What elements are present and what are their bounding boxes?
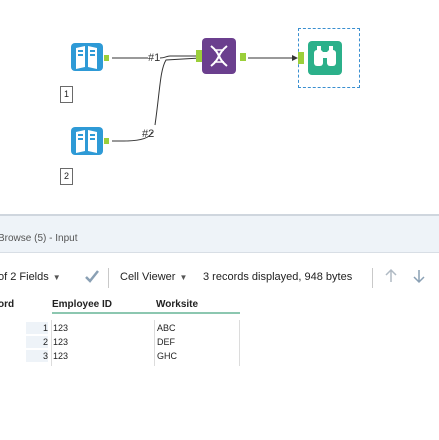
tool-id-badge-1: 1 bbox=[60, 86, 73, 103]
results-title-bar: Browse (5) - Input bbox=[0, 216, 439, 253]
row-number: 3 bbox=[26, 350, 48, 362]
grid-line bbox=[154, 320, 155, 366]
cell-worksite[interactable]: DEF bbox=[157, 336, 175, 348]
table-row[interactable]: 3 123 GHC bbox=[0, 350, 240, 362]
fields-label: of 2 Fields bbox=[0, 271, 49, 283]
grid-line bbox=[51, 320, 52, 366]
scroll-up-button[interactable] bbox=[384, 268, 398, 287]
connection-label-2: #2 bbox=[142, 128, 155, 140]
column-header-record[interactable]: ord bbox=[0, 298, 38, 314]
browse-tool[interactable] bbox=[298, 38, 344, 78]
grid-line bbox=[239, 320, 240, 366]
input-data-icon bbox=[71, 43, 109, 71]
join-multiple-tool[interactable] bbox=[196, 36, 250, 76]
table-row[interactable]: 1 123 ABC bbox=[0, 322, 240, 334]
workflow-canvas[interactable]: 1 #1 2 #2 bbox=[0, 0, 439, 214]
row-number: 2 bbox=[26, 336, 48, 348]
chevron-down-icon: ▼ bbox=[179, 273, 188, 282]
arrow-down-icon bbox=[413, 270, 425, 284]
input-data-icon bbox=[71, 127, 109, 155]
table-row[interactable]: 2 123 DEF bbox=[0, 336, 240, 348]
cell-employee-id[interactable]: 123 bbox=[53, 336, 68, 348]
join-multiple-icon bbox=[196, 38, 246, 74]
scroll-down-button[interactable] bbox=[412, 268, 426, 287]
cell-viewer-dropdown[interactable]: Cell Viewer ▼ bbox=[120, 271, 187, 283]
browse-binoculars-icon bbox=[298, 41, 342, 75]
checkmark-icon bbox=[85, 270, 99, 283]
cell-worksite[interactable]: GHC bbox=[157, 350, 177, 362]
row-number: 1 bbox=[26, 322, 48, 334]
tool-id-badge-2: 2 bbox=[60, 168, 73, 185]
input-data-tool-2[interactable] bbox=[70, 124, 112, 158]
connection-label-1: #1 bbox=[148, 52, 161, 64]
header-underline bbox=[52, 312, 240, 314]
chevron-down-icon: ▼ bbox=[52, 273, 61, 282]
toolbar-separator bbox=[108, 268, 109, 288]
apply-checkmark-button[interactable] bbox=[84, 268, 100, 287]
cell-viewer-label: Cell Viewer bbox=[120, 271, 176, 283]
results-toolbar: of 2 Fields ▼ Cell Viewer ▼ 3 records disp… bbox=[0, 263, 439, 293]
input-data-tool-1[interactable] bbox=[70, 40, 112, 74]
cell-employee-id[interactable]: 123 bbox=[53, 322, 68, 334]
cell-worksite[interactable]: ABC bbox=[157, 322, 176, 334]
cell-employee-id[interactable]: 123 bbox=[53, 350, 68, 362]
fields-dropdown[interactable]: of 2 Fields ▼ bbox=[0, 271, 61, 283]
arrow-up-icon bbox=[385, 268, 397, 282]
toolbar-separator bbox=[372, 268, 373, 288]
records-status: 3 records displayed, 948 bytes bbox=[203, 271, 353, 283]
results-title: Browse (5) - Input bbox=[0, 233, 78, 244]
